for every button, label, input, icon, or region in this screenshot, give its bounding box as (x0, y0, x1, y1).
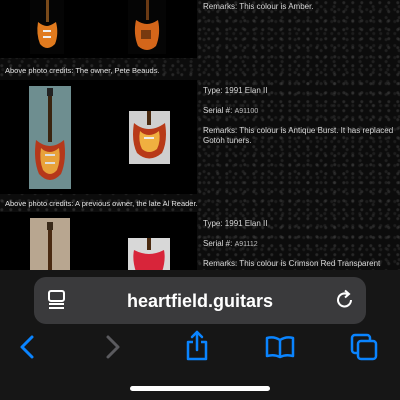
serial-value: A91112 (234, 241, 258, 248)
remarks-line: Remarks: This colour is Antique Burst. I… (203, 126, 394, 135)
bookmarks-icon[interactable] (265, 335, 295, 364)
back-chevron-icon[interactable] (18, 334, 36, 365)
share-icon[interactable] (184, 330, 210, 367)
tabs-icon[interactable] (350, 333, 378, 366)
serial-value: A91100 (234, 108, 259, 115)
guitar-photo-antique-burst-full[interactable] (29, 86, 71, 189)
guitar-photo-crimson-full[interactable] (30, 218, 70, 272)
serial-label: Serial #: (203, 239, 233, 248)
guitar-photo-amber-front[interactable] (30, 0, 64, 54)
forward-chevron-icon[interactable] (104, 334, 122, 365)
entry-type: Type: 1991 Elan II (203, 86, 268, 95)
address-bar[interactable]: heartfield.guitars (34, 277, 366, 324)
entry-type: Type: 1991 Elan II (203, 219, 268, 228)
home-indicator (130, 386, 270, 391)
guitar-photo-crimson-body[interactable] (128, 238, 170, 272)
serial-label: Serial #: (203, 106, 233, 115)
guitar-photo-amber-back[interactable] (128, 0, 166, 54)
guitar-photo-antique-burst-body[interactable] (129, 111, 170, 164)
entry-remarks: Remarks: This colour is Antique Burst. I… (203, 126, 393, 146)
photo-credit: Above photo credits: The owner, Pete Bea… (5, 66, 160, 75)
entry-remarks: Remarks: This colour is Amber. (203, 2, 314, 11)
entry-serial: Serial #: A91112 (203, 239, 258, 250)
entry-serial: Serial #: A91100 (203, 106, 258, 117)
remarks-line: Gotoh tuners. (203, 136, 252, 145)
url-text[interactable]: heartfield.guitars (34, 291, 366, 312)
reload-icon[interactable] (334, 289, 356, 316)
entry-remarks: Remarks: This colour is Crimson Red Tran… (203, 259, 381, 268)
photo-credit: Above photo credits: A previous owner, t… (5, 199, 198, 208)
